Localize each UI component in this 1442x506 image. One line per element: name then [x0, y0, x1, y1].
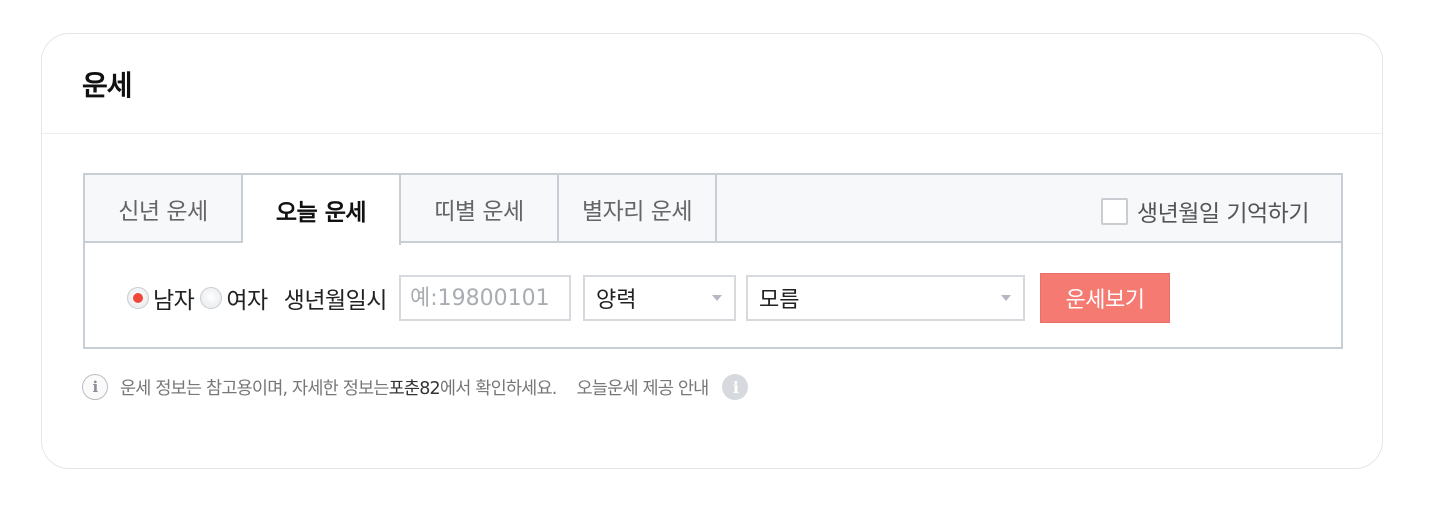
brand-link[interactable]: 포춘82: [389, 375, 441, 400]
tab-constellation-fortune[interactable]: 별자리 운세: [559, 175, 717, 243]
birthdate-input[interactable]: [398, 275, 571, 321]
gender-male-option[interactable]: 남자: [127, 281, 195, 315]
gender-female-radio[interactable]: [200, 287, 223, 309]
info-icon[interactable]: i: [722, 374, 749, 400]
tab-new-year-fortune[interactable]: 신년 운세: [85, 175, 243, 243]
tab-label: 오늘 운세: [275, 200, 367, 226]
tab-today-fortune[interactable]: 오늘 운세: [243, 175, 401, 245]
chevron-down-icon: [1000, 295, 1011, 301]
tab-label: 띠별 운세: [434, 199, 524, 225]
info-icon: i: [82, 374, 108, 400]
tab-zodiac-animal-fortune[interactable]: 띠별 운세: [401, 175, 559, 243]
gender-female-option[interactable]: 여자: [200, 281, 268, 315]
view-fortune-button[interactable]: 운세보기: [1039, 273, 1170, 323]
calendar-type-value: 양력: [595, 288, 637, 313]
remember-birthdate[interactable]: 생년월일 기억하기: [1100, 194, 1310, 228]
fortune-form: 남자 여자 생년월일시 양력 모름 운세보기: [85, 273, 1341, 323]
card-title: 운세: [82, 69, 133, 102]
notice-text-after: 에서 확인하세요.: [439, 378, 557, 399]
birth-label: 생년월일시: [283, 288, 388, 314]
notice-text-before: 운세 정보는 참고용이며, 자세한 정보는: [120, 378, 389, 399]
birth-time-select[interactable]: 모름: [745, 275, 1025, 321]
remember-label: 생년월일 기억하기: [1136, 201, 1310, 227]
gender-male-radio[interactable]: [127, 287, 149, 309]
remember-checkbox[interactable]: [1100, 197, 1128, 225]
birth-time-value: 모름: [758, 288, 800, 313]
tab-label: 별자리 운세: [581, 199, 693, 225]
tab-bar: 신년 운세 오늘 운세 띠별 운세 별자리 운세 생년월일 기억하기: [85, 175, 1341, 245]
gender-female-label: 여자: [226, 288, 268, 314]
notice: i 운세 정보는 참고용이며, 자세한 정보는 포춘82 에서 확인하세요. 오…: [82, 374, 749, 400]
provider-info-link[interactable]: 오늘운세 제공 안내: [577, 375, 710, 400]
card-header: 운세: [42, 34, 1382, 134]
calendar-type-select[interactable]: 양력: [582, 275, 736, 321]
tab-label: 신년 운세: [118, 199, 208, 225]
fortune-panel: 신년 운세 오늘 운세 띠별 운세 별자리 운세 생년월일 기억하기 남자 여자…: [83, 173, 1343, 349]
fortune-card: 운세 신년 운세 오늘 운세 띠별 운세 별자리 운세 생년월일 기억하기 남자…: [41, 33, 1383, 469]
gender-male-label: 남자: [153, 288, 195, 314]
chevron-down-icon: [711, 295, 722, 301]
